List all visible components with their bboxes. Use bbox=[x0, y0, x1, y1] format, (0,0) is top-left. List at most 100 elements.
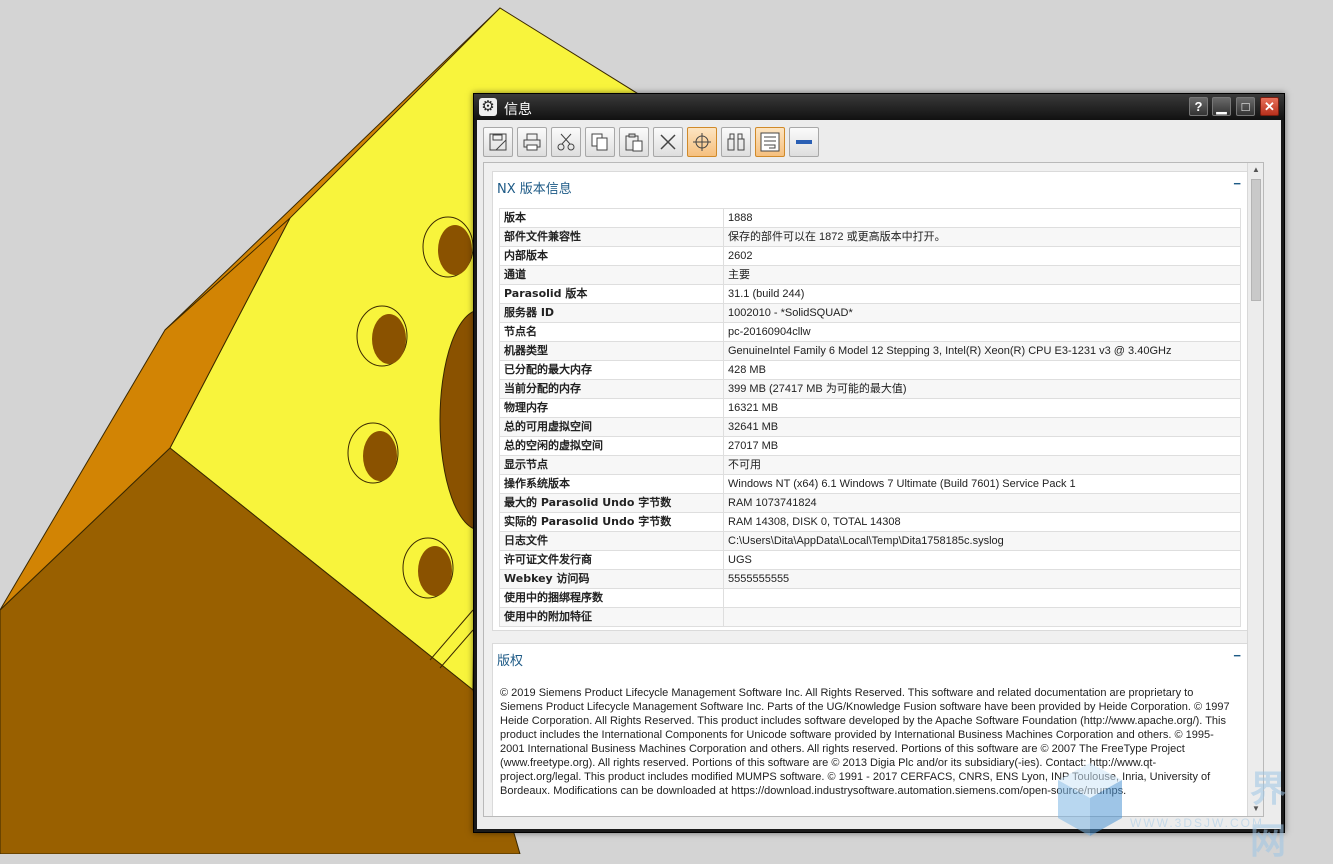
row-key: 实际的 Parasolid Undo 字节数 bbox=[499, 512, 724, 532]
row-key: 物理内存 bbox=[499, 398, 724, 418]
delete-icon bbox=[660, 134, 676, 150]
row-value: 主要 bbox=[723, 265, 1241, 285]
row-value: 31.1 (build 244) bbox=[723, 284, 1241, 304]
table-row: 物理内存 16321 MB bbox=[499, 398, 1241, 418]
table-row: 已分配的最大内存 428 MB bbox=[499, 360, 1241, 380]
collapse-button[interactable]: − bbox=[1233, 176, 1241, 191]
row-value: 16321 MB bbox=[723, 398, 1241, 418]
table-row: 机器类型 GenuineIntel Family 6 Model 12 Stepp… bbox=[499, 341, 1241, 361]
save-icon bbox=[489, 133, 507, 151]
copy-button[interactable] bbox=[585, 127, 615, 157]
row-value: GenuineIntel Family 6 Model 12 Stepping … bbox=[723, 341, 1241, 361]
row-value: 27017 MB bbox=[723, 436, 1241, 456]
row-value: 1002010 - *SolidSQUAD* bbox=[723, 303, 1241, 323]
close-button[interactable]: ✕ bbox=[1260, 97, 1279, 116]
scroll-thumb[interactable] bbox=[1251, 179, 1261, 301]
table-row: 操作系统版本 Windows NT (x64) 6.1 Windows 7 Ult… bbox=[499, 474, 1241, 494]
row-key: 最大的 Parasolid Undo 字节数 bbox=[499, 493, 724, 513]
row-key: 操作系统版本 bbox=[499, 474, 724, 494]
row-value: 1888 bbox=[723, 208, 1241, 228]
table-row: 当前分配的内存 399 MB (27417 MB 为可能的最大值) bbox=[499, 379, 1241, 399]
row-key: 机器类型 bbox=[499, 341, 724, 361]
wrap-button[interactable] bbox=[755, 127, 785, 157]
row-key: 使用中的附加特征 bbox=[499, 607, 724, 627]
info-content[interactable]: NX 版本信息 − 版本 1888 部件文件兼容性 保存的部件可以在 1872 或更高… bbox=[483, 162, 1264, 817]
watermark-url: WWW.3DSJW.COM bbox=[1130, 816, 1264, 830]
table-row: 日志文件 C:\Users\Dita\AppData\Local\Temp\Dit… bbox=[499, 531, 1241, 551]
row-key: 当前分配的内存 bbox=[499, 379, 724, 399]
cube-logo bbox=[1058, 763, 1122, 836]
row-value: RAM 14308, DISK 0, TOTAL 14308 bbox=[723, 512, 1241, 532]
row-key: 服务器 ID bbox=[499, 303, 724, 323]
find-button[interactable] bbox=[721, 127, 751, 157]
dialog-titlebar[interactable]: ⚙ 信息 ? ▁ □ ✕ bbox=[474, 94, 1284, 120]
info-dialog: ⚙ 信息 ? ▁ □ ✕ NX 版本信息 − 版本 1888 部件文件兼容性 保… bbox=[473, 93, 1285, 833]
table-row: Webkey 访问码 5555555555 bbox=[499, 569, 1241, 589]
table-row: 使用中的捆绑程序数 bbox=[499, 588, 1241, 608]
minimize-button[interactable]: ▁ bbox=[1212, 97, 1231, 116]
row-key: 通道 bbox=[499, 265, 724, 285]
row-key: 部件文件兼容性 bbox=[499, 227, 724, 247]
row-key: 版本 bbox=[499, 208, 724, 228]
table-row: 使用中的附加特征 bbox=[499, 607, 1241, 627]
help-button[interactable]: ? bbox=[1189, 97, 1208, 116]
table-row: 许可证文件发行商 UGS bbox=[499, 550, 1241, 570]
row-value: 5555555555 bbox=[723, 569, 1241, 589]
row-value: 399 MB (27417 MB 为可能的最大值) bbox=[723, 379, 1241, 399]
maximize-button[interactable]: □ bbox=[1236, 97, 1255, 116]
print-icon bbox=[523, 133, 541, 151]
delete-button[interactable] bbox=[653, 127, 683, 157]
row-key: 总的可用虚拟空间 bbox=[499, 417, 724, 437]
collapse-button[interactable]: − bbox=[1233, 648, 1241, 663]
table-row: Parasolid 版本 31.1 (build 244) bbox=[499, 284, 1241, 304]
dialog-client: NX 版本信息 − 版本 1888 部件文件兼容性 保存的部件可以在 1872 或更高… bbox=[477, 120, 1281, 829]
gear-icon[interactable]: ⚙ bbox=[479, 98, 497, 116]
wrap-icon bbox=[760, 132, 780, 152]
row-key: 已分配的最大内存 bbox=[499, 360, 724, 380]
cut-button[interactable] bbox=[551, 127, 581, 157]
table-row: 实际的 Parasolid Undo 字节数 RAM 14308, DISK 0,… bbox=[499, 512, 1241, 532]
table-row: 部件文件兼容性 保存的部件可以在 1872 或更高版本中打开。 bbox=[499, 227, 1241, 247]
panel-title: 版权 bbox=[497, 654, 524, 669]
row-value: 2602 bbox=[723, 246, 1241, 266]
row-key: 许可证文件发行商 bbox=[499, 550, 724, 570]
paste-button[interactable] bbox=[619, 127, 649, 157]
row-value bbox=[723, 588, 1241, 608]
table-row: 节点名 pc-20160904cllw bbox=[499, 322, 1241, 342]
dialog-title: 信息 bbox=[504, 102, 532, 118]
table-row: 服务器 ID 1002010 - *SolidSQUAD* bbox=[499, 303, 1241, 323]
table-row: 最大的 Parasolid Undo 字节数 RAM 1073741824 bbox=[499, 493, 1241, 513]
row-value: 保存的部件可以在 1872 或更高版本中打开。 bbox=[723, 227, 1241, 247]
row-value: pc-20160904cllw bbox=[723, 322, 1241, 342]
row-value: Windows NT (x64) 6.1 Windows 7 Ultimate … bbox=[723, 474, 1241, 494]
version-table: 版本 1888 部件文件兼容性 保存的部件可以在 1872 或更高版本中打开。 内部版本… bbox=[499, 208, 1241, 627]
crosshair-button[interactable] bbox=[687, 127, 717, 157]
row-value: C:\Users\Dita\AppData\Local\Temp\Dita175… bbox=[723, 531, 1241, 551]
row-key: Parasolid 版本 bbox=[499, 284, 724, 304]
watermark: 界网 WWW.3DSJW.COM bbox=[1050, 758, 1320, 862]
print-button[interactable] bbox=[517, 127, 547, 157]
nx-version-panel: NX 版本信息 − 版本 1888 部件文件兼容性 保存的部件可以在 1872 或更高… bbox=[492, 171, 1248, 631]
row-key: 总的空闲的虚拟空间 bbox=[499, 436, 724, 456]
row-value: 不可用 bbox=[723, 455, 1241, 475]
minimize-panel-button[interactable] bbox=[789, 127, 819, 157]
table-row: 总的空闲的虚拟空间 27017 MB bbox=[499, 436, 1241, 456]
row-key: 显示节点 bbox=[499, 455, 724, 475]
copy-icon bbox=[591, 133, 608, 151]
watermark-text: 界网 bbox=[1250, 769, 1287, 862]
row-key: Webkey 访问码 bbox=[499, 569, 724, 589]
scroll-up-icon[interactable]: ▲ bbox=[1251, 165, 1261, 175]
row-key: 节点名 bbox=[499, 322, 724, 342]
save-button[interactable] bbox=[483, 127, 513, 157]
vertical-scrollbar[interactable]: ▲ ▼ bbox=[1247, 163, 1263, 816]
table-row: 显示节点 不可用 bbox=[499, 455, 1241, 475]
paste-icon bbox=[625, 133, 643, 152]
table-row: 总的可用虚拟空间 32641 MB bbox=[499, 417, 1241, 437]
row-value: UGS bbox=[723, 550, 1241, 570]
find-icon bbox=[727, 133, 745, 151]
table-row: 版本 1888 bbox=[499, 208, 1241, 228]
row-key: 日志文件 bbox=[499, 531, 724, 551]
panel-title: NX 版本信息 bbox=[497, 182, 572, 197]
row-key: 使用中的捆绑程序数 bbox=[499, 588, 724, 608]
crosshair-icon bbox=[693, 133, 711, 151]
